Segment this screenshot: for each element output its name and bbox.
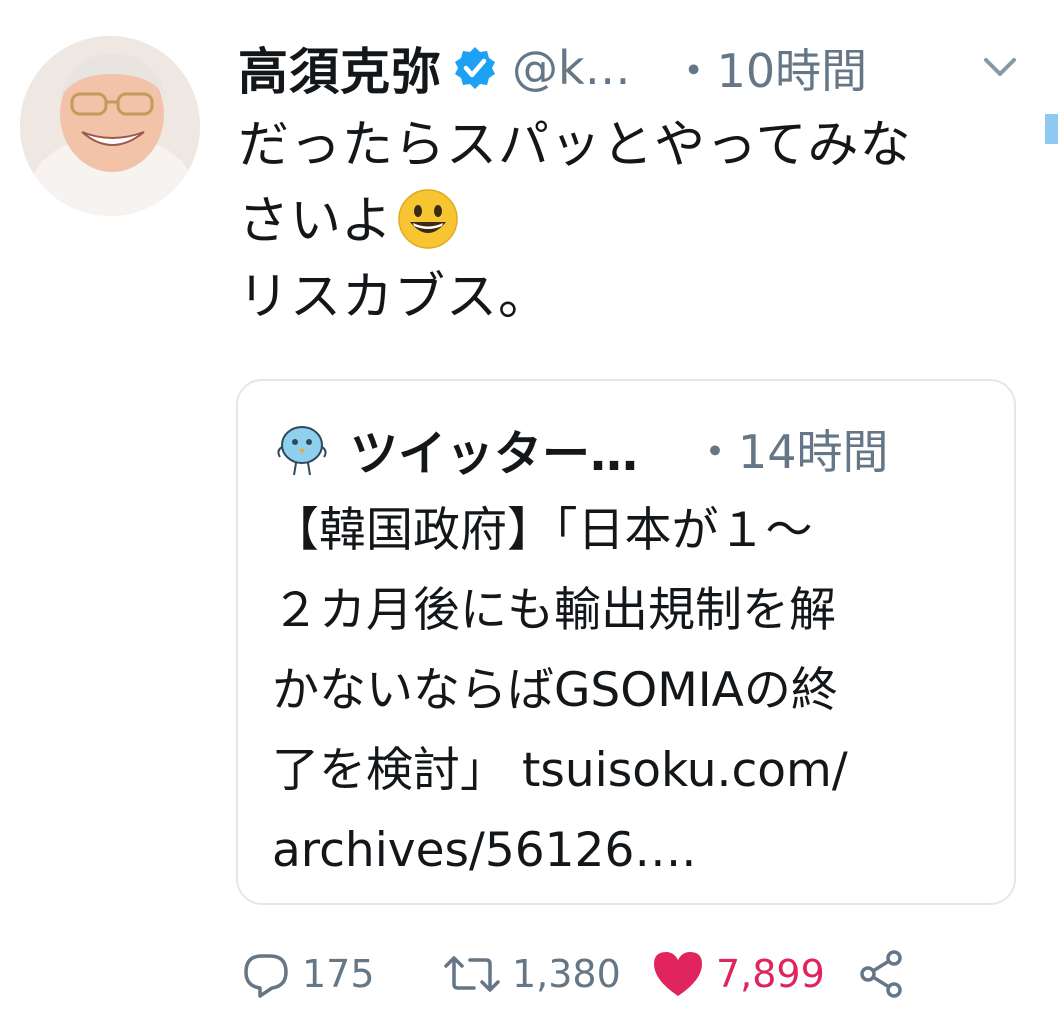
tweet-actions: 175 1,380 7,899 [240, 944, 940, 1004]
quoted-tweet-text: 【韓国政府】「日本が１〜 ２カ月後にも輸出規制を解 かないならばGSOMIAの終… [272, 491, 1002, 891]
quoted-author-name[interactable]: ツイッター… [350, 414, 638, 484]
author-avatar[interactable] [20, 36, 200, 216]
share-button[interactable] [856, 944, 908, 1004]
tweet-header: 高須克弥 @k… ・10時間 [238, 35, 1038, 101]
avatar-photo [20, 36, 200, 216]
heart-icon [654, 952, 702, 996]
verified-badge-icon [452, 45, 498, 91]
tweet-text-line: リスカブス。 [238, 268, 551, 327]
reply-button[interactable]: 175 [240, 944, 375, 1004]
share-icon [860, 950, 902, 998]
quoted-text-line: かないならばGSOMIAの終 [272, 663, 838, 718]
tweet-text-line: だったらスパッとやってみな [238, 116, 912, 175]
chevron-down-icon[interactable] [980, 50, 1020, 86]
author-display-name[interactable]: 高須克弥 [238, 32, 442, 104]
tweet-timestamp[interactable]: ・10時間 [671, 35, 868, 101]
reply-count: 175 [302, 952, 375, 996]
side-indicator [1045, 114, 1058, 144]
grinning-face-icon [397, 188, 459, 250]
retweet-count: 1,380 [512, 952, 621, 996]
tweet[interactable]: 高須克弥 @k… ・10時間 だったらスパッとやってみな さいよ リスカブス。 … [0, 0, 1058, 1024]
tweet-text-line-with-emoji: さいよ [238, 184, 1018, 260]
tweet-text: だったらスパッとやってみな さいよ リスカブス。 [238, 108, 1018, 336]
quoted-text-line: 了を検討」 tsuisoku.com/ [272, 743, 848, 798]
quoted-text-line: 【韓国政府】「日本が１〜 [272, 503, 813, 558]
like-count: 7,899 [716, 952, 825, 996]
retweet-button[interactable]: 1,380 [442, 944, 621, 1004]
author-handle[interactable]: @k… [512, 41, 631, 95]
quoted-text-line: archives/56126…. [272, 823, 697, 878]
tweet-text-line: さいよ [238, 192, 393, 251]
quoted-tweet[interactable]: ツイッター… ・14時間 【韓国政府】「日本が１〜 ２カ月後にも輸出規制を解 か… [236, 379, 1016, 905]
retweet-icon [444, 956, 500, 992]
quoted-author-avatar[interactable] [270, 417, 334, 481]
like-button[interactable]: 7,899 [650, 944, 825, 1004]
reply-icon [244, 954, 288, 998]
quoted-tweet-timestamp[interactable]: ・14時間 [692, 416, 889, 482]
quoted-tweet-header: ツイッター… ・14時間 [270, 414, 990, 484]
quoted-text-line: ２カ月後にも輸出規制を解 [272, 583, 836, 638]
